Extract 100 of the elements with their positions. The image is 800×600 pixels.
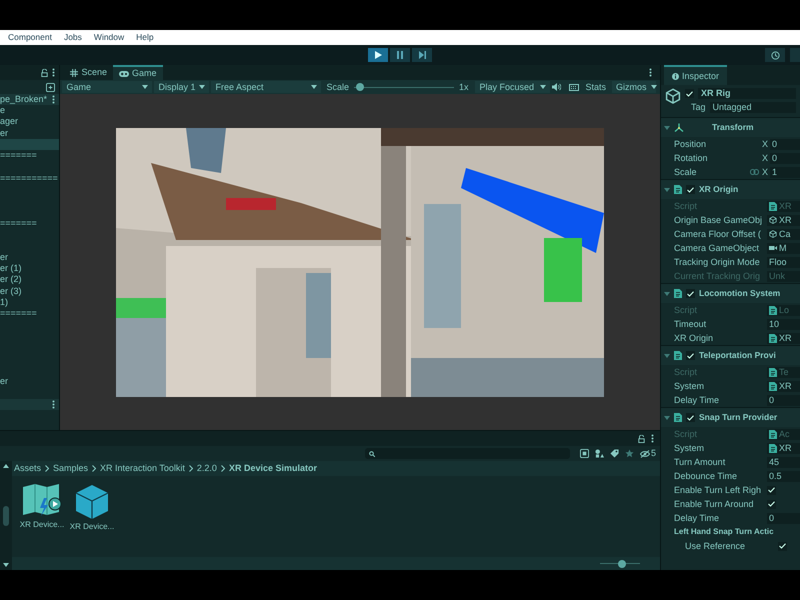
name-field[interactable]: XR Rig <box>698 88 796 99</box>
asset-label[interactable]: XR Device... <box>70 522 114 532</box>
view-tab[interactable]: Game <box>112 65 162 80</box>
hierarchy-item[interactable]: ======= <box>0 150 37 160</box>
cube-icon <box>665 88 681 104</box>
history-button[interactable] <box>765 48 785 62</box>
menu-item[interactable]: Jobs <box>64 32 82 43</box>
pause-button[interactable] <box>390 48 410 62</box>
view-tab[interactable]: Scene <box>64 65 113 80</box>
checkbox[interactable] <box>686 351 695 360</box>
keyboard-icon[interactable] <box>569 84 580 90</box>
lock-icon[interactable] <box>41 68 48 76</box>
value-field[interactable]: 0 <box>767 512 800 524</box>
object-field[interactable]: Ca <box>767 228 800 240</box>
hierarchy-item[interactable]: er <box>0 128 8 138</box>
scroll-down-icon[interactable] <box>3 563 9 567</box>
checkbox[interactable] <box>685 89 694 98</box>
breadcrumb-link[interactable]: XR Device Simulator <box>228 463 317 474</box>
menu-item[interactable]: Window <box>94 32 124 43</box>
expand-icon[interactable] <box>664 290 670 296</box>
more-icon[interactable] <box>52 95 56 104</box>
section-header: Left Hand Snap Turn Actic <box>674 527 774 537</box>
play-button[interactable] <box>368 48 388 62</box>
breadcrumb-link[interactable]: Assets <box>14 463 42 474</box>
object-field[interactable]: M <box>767 242 800 254</box>
expand-icon[interactable] <box>664 186 670 192</box>
hierarchy-item[interactable]: er (1) <box>0 263 22 274</box>
more-icon[interactable] <box>649 68 652 77</box>
tag-icon[interactable] <box>610 449 619 458</box>
checkbox[interactable] <box>778 542 787 550</box>
hierarchy-item[interactable]: ======= <box>0 308 37 318</box>
eye-slash-icon[interactable] <box>640 450 650 458</box>
star-icon[interactable] <box>624 449 634 458</box>
hierarchy-item[interactable]: =========== <box>0 172 58 183</box>
number-field[interactable]: 1 <box>770 166 800 178</box>
filter-type-icon[interactable] <box>580 449 589 458</box>
value-field[interactable]: 0 <box>767 394 800 406</box>
checkbox[interactable] <box>686 185 695 194</box>
object-field[interactable]: XR <box>767 380 800 392</box>
hierarchy-item[interactable]: e <box>0 105 6 115</box>
stats-button[interactable]: Stats <box>581 81 610 93</box>
gizmos-dropdown[interactable]: Gizmos <box>612 81 656 93</box>
tag-dropdown[interactable]: Untagged <box>710 102 796 113</box>
object-field[interactable]: XR <box>767 442 800 454</box>
scroll-up-icon[interactable] <box>3 464 9 468</box>
expand-icon[interactable] <box>664 414 670 420</box>
hierarchy-item[interactable]: ======= <box>0 218 37 228</box>
display-dropdown[interactable]: Display 1 <box>154 81 210 93</box>
add-icon[interactable] <box>46 82 56 92</box>
more-icon[interactable] <box>52 68 56 77</box>
slider-thumb[interactable] <box>356 83 364 91</box>
axes-icon <box>674 123 684 132</box>
script-icon <box>674 289 682 298</box>
aspect-dropdown[interactable]: Free Aspect <box>211 81 322 93</box>
hierarchy-item[interactable]: ager <box>0 116 18 126</box>
field-label: Script <box>674 200 698 212</box>
breadcrumb-link[interactable]: Samples <box>53 463 88 474</box>
checkbox[interactable] <box>686 289 695 298</box>
expand-icon[interactable] <box>664 352 670 358</box>
checkbox[interactable] <box>767 486 776 494</box>
breadcrumb-link[interactable]: XR Interaction Toolkit <box>100 463 185 474</box>
hierarchy-item[interactable]: er <box>0 252 8 262</box>
object-field[interactable]: XR <box>767 214 800 226</box>
value-field[interactable]: 0.5 <box>767 470 800 482</box>
menu-item[interactable]: Component <box>8 32 52 43</box>
play-mode-dropdown[interactable]: Play Focused <box>475 81 550 93</box>
value-field[interactable]: Floo <box>767 256 800 268</box>
step-button[interactable] <box>412 48 432 62</box>
axis-label: X <box>760 138 769 150</box>
script-icon <box>769 202 777 210</box>
hierarchy-item[interactable]: er <box>0 376 8 386</box>
object-field: Lo <box>767 304 800 316</box>
scrollbar-thumb[interactable] <box>3 506 9 526</box>
hierarchy-item[interactable]: 1) <box>0 297 8 308</box>
number-field[interactable]: 0 <box>770 138 800 150</box>
asset-label[interactable]: XR Device... <box>20 520 64 530</box>
object-field[interactable]: XR <box>767 332 800 344</box>
view-dropdown[interactable]: Game <box>62 81 152 93</box>
scale-label: Scale <box>325 82 350 92</box>
number-field[interactable]: 0 <box>770 152 800 164</box>
link-icon[interactable] <box>750 169 759 175</box>
value-field[interactable]: 10 <box>767 318 800 330</box>
cube-icon[interactable] <box>74 484 110 520</box>
more-icon[interactable] <box>52 400 56 410</box>
expand-icon[interactable] <box>664 124 670 130</box>
checkbox[interactable] <box>686 413 695 422</box>
menu-item[interactable]: Help <box>136 32 154 43</box>
hierarchy-item[interactable]: er (3) <box>0 286 22 296</box>
speaker-icon[interactable] <box>552 83 562 91</box>
breadcrumb-link[interactable]: 2.2.0 <box>196 463 217 474</box>
lock-icon[interactable] <box>638 434 645 442</box>
value-field[interactable]: 45 <box>767 456 800 468</box>
shapes-icon[interactable] <box>594 449 604 458</box>
inspector-tab[interactable]: Inspector <box>664 65 728 85</box>
hierarchy-item[interactable]: er (2) <box>0 274 22 284</box>
more-icon[interactable] <box>651 434 654 443</box>
caret-icon <box>540 85 546 89</box>
slider-thumb[interactable] <box>618 560 626 568</box>
search-field[interactable] <box>364 448 570 459</box>
checkbox[interactable] <box>767 500 776 508</box>
